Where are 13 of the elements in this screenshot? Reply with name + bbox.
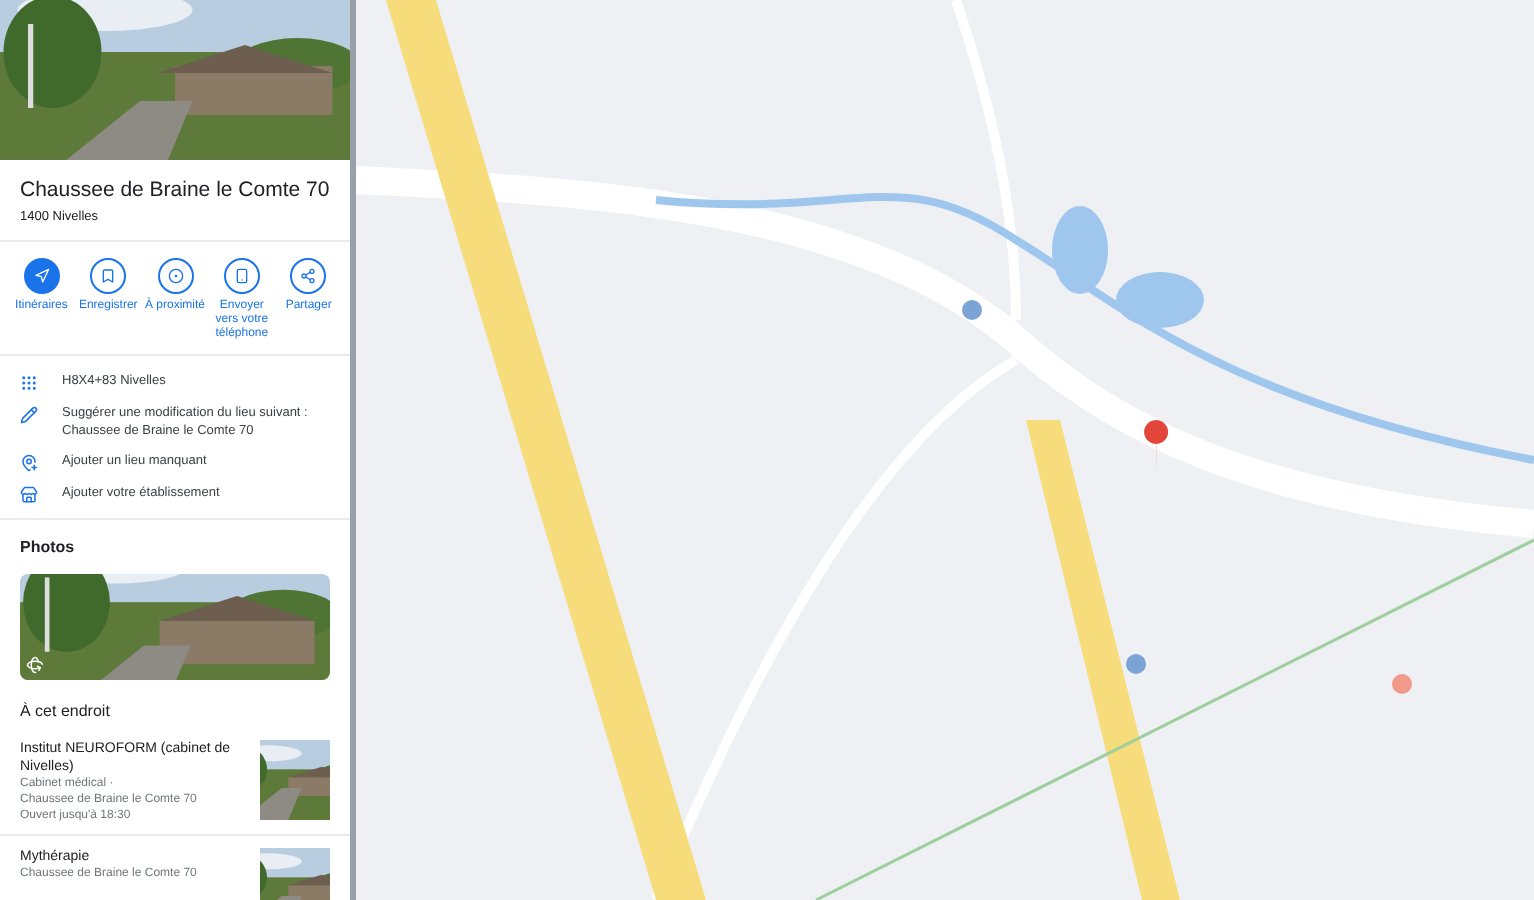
place-title: Chaussee de Braine le Comte 70: [20, 176, 330, 204]
share-icon: [300, 267, 317, 284]
store-icon: [20, 485, 38, 504]
target-icon: [167, 267, 184, 284]
rotate-icon[interactable]: [26, 655, 44, 674]
dots-icon: [20, 373, 38, 392]
directions-icon: [33, 267, 50, 284]
pin-plus-icon: [20, 453, 38, 472]
bookmark-icon: [100, 267, 117, 284]
pencil-icon: [20, 405, 38, 424]
section-heading: Photos: [18, 535, 77, 560]
phone-icon: [233, 267, 250, 284]
section-heading: À cet endroit: [18, 699, 112, 724]
